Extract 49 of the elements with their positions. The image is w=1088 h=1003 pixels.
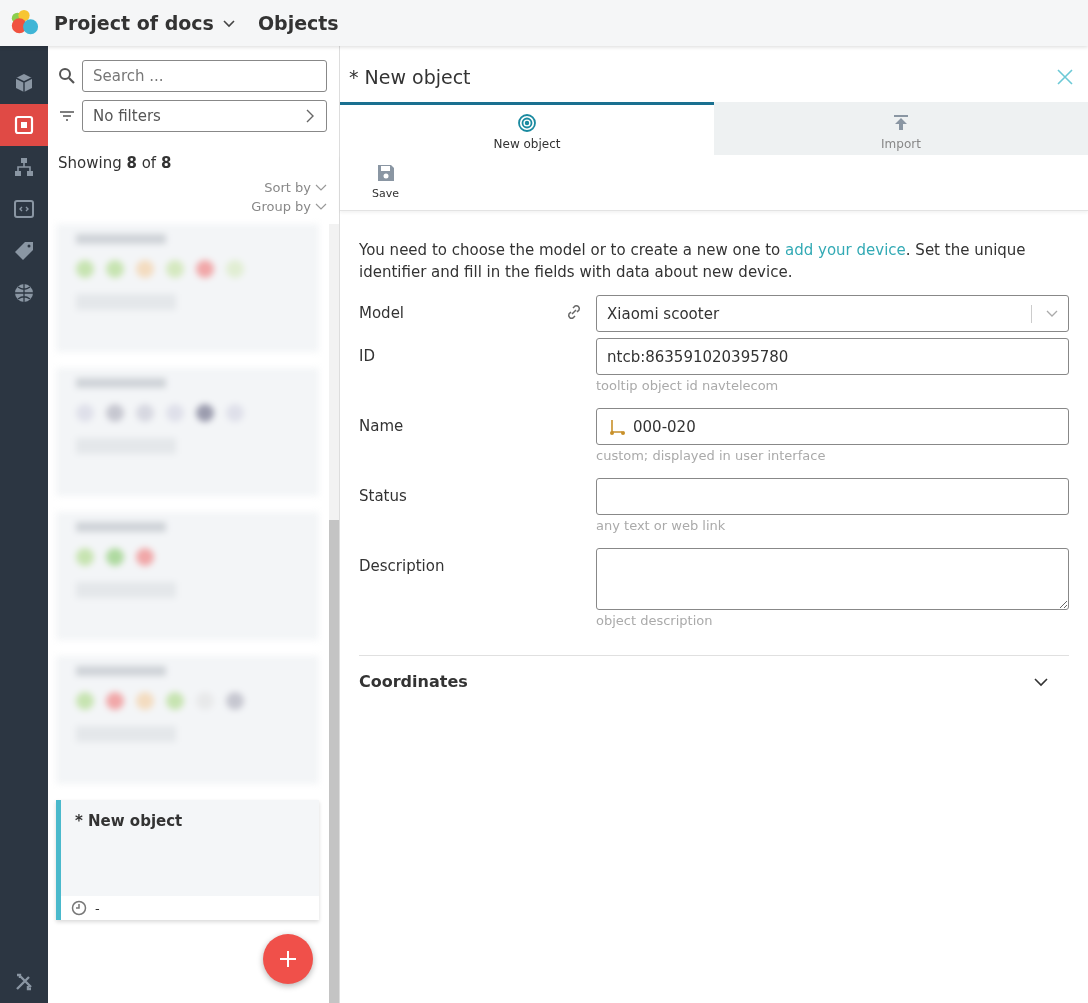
target-icon — [517, 113, 537, 133]
plus-icon — [279, 950, 297, 968]
object-card[interactable]: * New object - — [56, 800, 319, 920]
panel-title: * New object — [349, 66, 471, 88]
sort-dropdown[interactable]: Sort by — [264, 180, 327, 195]
text-field[interactable] — [596, 478, 1069, 515]
field-label: Status — [359, 486, 408, 505]
model-select[interactable]: Xiaomi scooter — [596, 295, 1069, 332]
target-icon — [13, 114, 35, 136]
result-count: Showing 8 of 8 — [58, 154, 173, 172]
field-hint: custom; displayed in user interface — [596, 447, 827, 465]
intro-text: You need to choose the model or to create a new one to add your device. Set the unique identifier and fill in the fields with data about new device. — [359, 240, 1027, 283]
field-hint: object description — [596, 612, 714, 630]
code-icon — [13, 198, 35, 220]
target-nav-item[interactable] — [0, 104, 48, 146]
field-label: Model — [359, 303, 406, 322]
tag-icon — [13, 240, 35, 262]
card-title: * New object — [74, 811, 184, 832]
chevron-right-icon — [304, 108, 316, 124]
chevron-down-icon — [315, 183, 327, 192]
link-icon[interactable] — [565, 303, 583, 321]
name-field[interactable]: 000-020 — [596, 408, 1069, 445]
field-hint: tooltip object id navtelecom — [596, 377, 780, 395]
search-icon — [58, 67, 76, 85]
description-field[interactable] — [596, 548, 1069, 610]
text-field[interactable]: ntcb:863591020395780 — [596, 338, 1069, 375]
chevron-down-icon — [315, 202, 327, 211]
chevron-down-icon — [1046, 309, 1058, 318]
clock-icon — [71, 900, 87, 916]
search-field[interactable]: Search ... — [82, 60, 327, 92]
add-button[interactable] — [263, 934, 313, 984]
section-title: Objects — [257, 12, 339, 34]
card-time: - — [95, 900, 100, 916]
tools-icon — [14, 972, 34, 992]
chevron-down-icon — [1033, 676, 1049, 687]
field-label: ID — [359, 346, 376, 365]
project-dropdown[interactable]: Project of docs — [54, 12, 236, 34]
save-button[interactable]: Save — [364, 163, 407, 200]
field-label: Description — [359, 556, 446, 575]
filter-field[interactable]: No filters — [82, 100, 327, 132]
scrollbar[interactable] — [329, 224, 339, 1003]
group-dropdown[interactable]: Group by — [251, 199, 327, 214]
hierarchy-icon — [13, 156, 35, 178]
globe-icon — [13, 282, 35, 304]
upload-icon — [891, 113, 911, 133]
field-hint: any text or web link — [596, 517, 727, 535]
coordinates-section[interactable]: Coordinates — [359, 655, 1069, 691]
cube-icon — [13, 72, 35, 94]
field-label: Name — [359, 416, 405, 435]
